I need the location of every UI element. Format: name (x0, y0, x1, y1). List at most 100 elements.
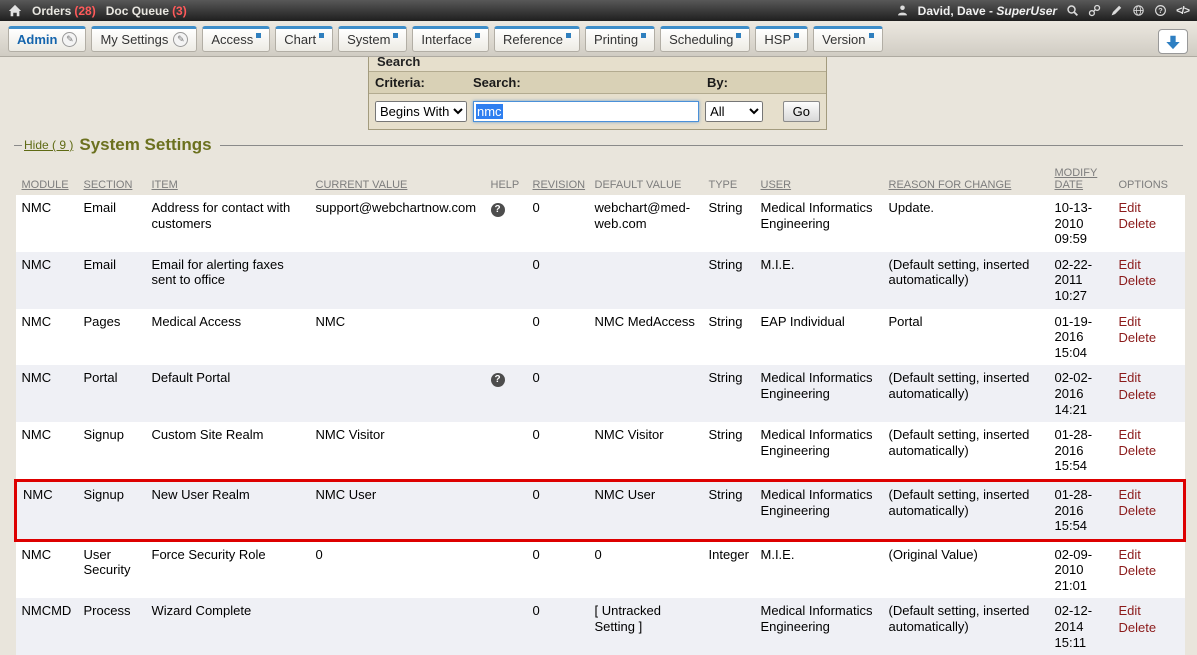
table-header-row: MODULESECTIONITEMCURRENT VALUEHELPREVISI… (16, 165, 1185, 195)
by-select[interactable]: All (705, 101, 763, 122)
tab-admin[interactable]: Admin ✎ (8, 26, 86, 52)
search-input[interactable]: nmc (473, 101, 699, 122)
tab-scheduling[interactable]: Scheduling (660, 26, 750, 52)
edit-link[interactable]: Edit (1119, 547, 1179, 563)
help-icon[interactable]: ? (491, 373, 505, 387)
column-header-revision[interactable]: REVISION (533, 165, 595, 195)
divider-line-start (14, 145, 22, 146)
tab-hsp[interactable]: HSP (755, 26, 808, 52)
delete-link[interactable]: Delete (1119, 563, 1179, 579)
tab-corner-icon (393, 33, 398, 38)
search-panel: Search Criteria: Search: By: Begins With… (368, 57, 827, 130)
tab-corner-icon (566, 33, 571, 38)
cell-module: NMC (16, 195, 84, 252)
table-row: NMCPortalDefault Portal?0StringMedical I… (16, 365, 1185, 422)
cell-modify-date: 10-13-2010 09:59 (1055, 195, 1119, 252)
tab-edit-icon[interactable]: ✎ (62, 32, 77, 47)
cell-options: EditDelete (1119, 252, 1185, 309)
tab-label: Admin (17, 32, 57, 47)
tab-corner-icon (641, 33, 646, 38)
column-header-user[interactable]: USER (761, 165, 889, 195)
tab-label: Reference (503, 32, 563, 47)
search-icon[interactable] (1066, 4, 1079, 17)
column-header-module[interactable]: MODULE (16, 165, 84, 195)
delete-link[interactable]: Delete (1119, 387, 1179, 403)
delete-link[interactable]: Delete (1119, 216, 1179, 232)
search-labels-row: Criteria: Search: By: (369, 71, 826, 94)
by-label: By: (707, 75, 728, 90)
topbar-right: David, Dave - SuperUser ? </> (896, 4, 1189, 18)
criteria-select[interactable]: Begins With (375, 101, 467, 122)
tab-corner-icon (869, 33, 874, 38)
tab-system[interactable]: System (338, 26, 407, 52)
delete-link[interactable]: Delete (1119, 503, 1178, 519)
delete-link[interactable]: Delete (1119, 620, 1179, 636)
cell-modify-date: 02-12-2014 15:11 (1055, 598, 1119, 655)
delete-link[interactable]: Delete (1119, 330, 1179, 346)
home-icon[interactable] (8, 4, 22, 18)
cell-item: Wizard Complete (152, 598, 316, 655)
tab-interface[interactable]: Interface (412, 26, 489, 52)
cell-reason: Update. (889, 195, 1055, 252)
column-header-section[interactable]: SECTION (84, 165, 152, 195)
tab-chart[interactable]: Chart (275, 26, 333, 52)
cell-module: NMC (16, 540, 84, 598)
go-button[interactable]: Go (783, 101, 820, 122)
tab-edit-icon[interactable]: ✎ (173, 32, 188, 47)
link-icon[interactable] (1088, 4, 1101, 17)
cell-item: Medical Access (152, 309, 316, 366)
delete-link[interactable]: Delete (1119, 273, 1179, 289)
tab-bar: Admin✎My Settings✎AccessChartSystemInter… (0, 21, 1197, 57)
cell-current-value: 0 (316, 540, 491, 598)
cell-reason: (Default setting, inserted automatically… (889, 598, 1055, 655)
cell-revision: 0 (533, 480, 595, 540)
cell-user: Medical Informatics Engineering (761, 598, 889, 655)
cell-options: EditDelete (1119, 480, 1185, 540)
cell-current-value: NMC User (316, 480, 491, 540)
orders-link[interactable]: Orders (28) (32, 4, 96, 18)
svg-text:?: ? (1158, 6, 1163, 15)
edit-link[interactable]: Edit (1119, 427, 1179, 443)
tab-reference[interactable]: Reference (494, 26, 580, 52)
cell-current-value (316, 252, 491, 309)
tab-label: Chart (284, 32, 316, 47)
topbar: Orders (28) Doc Queue (3) David, Dave - … (0, 0, 1197, 21)
tab-my-settings[interactable]: My Settings✎ (91, 26, 197, 52)
column-header-reason-for-change[interactable]: REASON FOR CHANGE (889, 165, 1055, 195)
tab-access[interactable]: Access (202, 26, 270, 52)
cell-module: NMC (16, 422, 84, 480)
pencil-icon[interactable] (1110, 4, 1123, 17)
doc-queue-link[interactable]: Doc Queue (3) (106, 4, 187, 18)
cell-item: New User Realm (152, 480, 316, 540)
help-icon[interactable]: ? (491, 203, 505, 217)
delete-link[interactable]: Delete (1119, 443, 1179, 459)
column-header-label: DEFAULT VALUE (595, 179, 682, 191)
tab-printing[interactable]: Printing (585, 26, 655, 52)
section-header: Hide ( 9 ) System Settings (14, 135, 1183, 155)
code-icon[interactable]: </> (1176, 5, 1189, 17)
tab-label: Printing (594, 32, 638, 47)
edit-link[interactable]: Edit (1119, 370, 1179, 386)
column-header-modify-date[interactable]: MODIFY DATE (1055, 165, 1119, 195)
globe-icon[interactable] (1132, 4, 1145, 17)
cell-user: M.I.E. (761, 540, 889, 598)
cell-modify-date: 02-09-2010 21:01 (1055, 540, 1119, 598)
cell-modify-date: 02-02-2016 14:21 (1055, 365, 1119, 422)
tab-version[interactable]: Version (813, 26, 882, 52)
help-icon[interactable]: ? (1154, 4, 1167, 17)
edit-link[interactable]: Edit (1119, 200, 1179, 216)
column-header-options: OPTIONS (1119, 165, 1185, 195)
column-header-item[interactable]: ITEM (152, 165, 316, 195)
cell-user: EAP Individual (761, 309, 889, 366)
column-header-label: SECTION (84, 179, 133, 191)
column-header-current-value[interactable]: CURRENT VALUE (316, 165, 491, 195)
hide-link[interactable]: Hide ( 9 ) (24, 138, 73, 152)
edit-link[interactable]: Edit (1119, 257, 1179, 273)
edit-link[interactable]: Edit (1119, 487, 1178, 503)
cell-section: Process (84, 598, 152, 655)
expand-button[interactable] (1158, 29, 1188, 54)
cell-current-value: NMC Visitor (316, 422, 491, 480)
cell-options: EditDelete (1119, 365, 1185, 422)
cell-modify-date: 01-28-2016 15:54 (1055, 422, 1119, 480)
edit-link[interactable]: Edit (1119, 314, 1179, 330)
